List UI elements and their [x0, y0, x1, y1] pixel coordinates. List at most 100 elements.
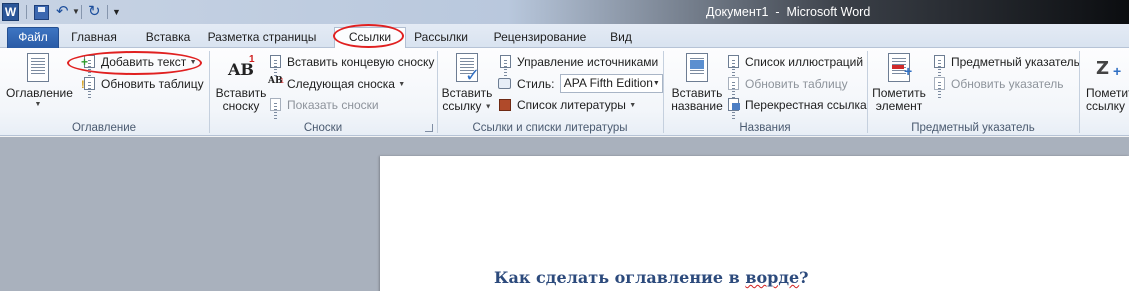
insert-citation-label-2: ссылку [442, 99, 482, 113]
qat-separator [107, 5, 108, 19]
insert-index-icon [932, 55, 948, 69]
insert-caption-button[interactable]: Вставить название [668, 50, 726, 113]
annotation-ellipse-references-tab [333, 24, 404, 48]
cross-reference-label: Перекрестная ссылка [745, 98, 867, 112]
chevron-down-icon: ▼ [484, 103, 492, 111]
insert-citation-button[interactable]: ✓ Вставить ссылку ▼ [440, 50, 494, 113]
insert-endnote-label: Вставить концевую сноску [287, 55, 435, 69]
mark-entry-icon: + [883, 52, 915, 84]
ribbon-tab-bar: Файл Главная Вставка Разметка страницы С… [0, 24, 1129, 49]
tab-file[interactable]: Файл [7, 27, 59, 48]
update-index-icon [932, 77, 948, 91]
update-table-label: Обновить таблицу [101, 77, 204, 91]
dialog-launcher-icon[interactable] [425, 124, 433, 132]
insert-citation-label-1: Вставить [441, 86, 493, 100]
redo-icon[interactable]: ↻ [88, 3, 104, 21]
update-table-figures-label: Обновить таблицу [745, 77, 848, 91]
mark-entry-label-1: Пометить [872, 86, 926, 100]
insert-caption-label-1: Вставить [671, 86, 723, 100]
chevron-down-icon: ▼ [398, 80, 406, 88]
document-heading[interactable]: Как сделать оглавление в ворде? [494, 268, 809, 287]
style-selector: Стиль: APA Fifth Edition ▼ [498, 74, 663, 93]
group-footnotes: AB 1 Вставить сноску Вставить концевую с… [210, 48, 436, 136]
style-icon [498, 77, 514, 91]
title-bar: W ↶ ▼ ↻ ▼ Документ1 - Microsoft Word [0, 0, 1129, 24]
tab-home[interactable]: Главная [63, 28, 125, 48]
next-footnote-button[interactable]: AB 1 Следующая сноска ▼ [268, 75, 405, 93]
cross-reference-button[interactable]: Перекрестная ссылка [726, 96, 867, 114]
group-label-footnotes: Сноски [303, 122, 343, 134]
insert-footnote-label-2: сноску [222, 99, 260, 113]
document-area[interactable]: Как сделать оглавление в ворде? [0, 137, 1129, 291]
insert-table-figures-button[interactable]: Список иллюстраций [726, 53, 863, 71]
qat-separator [81, 5, 82, 19]
insert-citation-icon: ✓ [451, 52, 483, 84]
toc-icon [22, 52, 54, 84]
insert-footnote-button[interactable]: AB 1 Вставить сноску [214, 50, 268, 113]
undo-icon[interactable]: ↶ [56, 3, 72, 21]
group-label-toc: Оглавление [71, 122, 137, 134]
cross-reference-icon [726, 98, 742, 112]
insert-index-label: Предметный указатель [951, 55, 1080, 69]
insert-endnote-button[interactable]: Вставить концевую сноску [268, 53, 434, 71]
update-table-button[interactable]: ! Обновить таблицу [81, 75, 204, 93]
bibliography-icon [498, 98, 514, 112]
group-label-index: Предметный указатель [911, 122, 1035, 134]
style-dropdown[interactable]: APA Fifth Edition ▼ [559, 74, 663, 93]
qat-separator [26, 5, 27, 19]
toc-button[interactable]: Оглавление ▼ [6, 50, 73, 109]
style-dropdown-value: APA Fifth Edition [563, 76, 653, 90]
bibliography-button[interactable]: Список литературы ▼ [498, 96, 636, 114]
chevron-down-icon: ▼ [629, 101, 637, 109]
group-label-citations: Ссылки и списки литературы [472, 122, 628, 134]
manage-sources-icon [498, 55, 514, 69]
manage-sources-button[interactable]: Управление источниками [498, 53, 658, 71]
undo-dropdown-icon[interactable]: ▼ [72, 3, 80, 21]
next-footnote-label: Следующая сноска [287, 77, 395, 91]
group-table-authorities: Z + Пометить ссылку [1080, 48, 1129, 136]
table-figures-icon [726, 55, 742, 69]
toc-button-label: Оглавление [6, 86, 73, 100]
endnote-icon [268, 55, 284, 69]
update-index-label: Обновить указатель [951, 77, 1064, 91]
tab-view[interactable]: Вид [606, 28, 636, 48]
mark-entry-button[interactable]: + Пометить элемент [870, 50, 928, 113]
misspelled-word[interactable]: ворде [745, 268, 799, 287]
mark-citation-icon: Z + [1096, 58, 1122, 79]
heading-punctuation: ? [799, 268, 809, 287]
tab-insert[interactable]: Вставка [137, 28, 199, 48]
show-notes-icon [268, 98, 284, 112]
update-table-figures-icon [726, 77, 742, 91]
group-citations: ✓ Вставить ссылку ▼ Управление источника… [438, 48, 663, 136]
word-logo-icon[interactable]: W [2, 3, 19, 21]
tab-mailings[interactable]: Рассылки [409, 28, 473, 48]
footnote-icon: AB 1 [228, 54, 255, 79]
chevron-down-icon: ▼ [652, 80, 660, 87]
chevron-down-icon: ▼ [34, 101, 42, 108]
group-captions: Вставить название Список иллюстраций Обн… [664, 48, 867, 136]
save-icon[interactable] [34, 5, 49, 20]
mark-citation-button[interactable]: Z + Пометить ссылку [1086, 50, 1129, 113]
show-notes-label: Показать сноски [287, 98, 379, 112]
group-index: + Пометить элемент Предметный указатель … [868, 48, 1080, 136]
insert-index-button[interactable]: Предметный указатель [932, 53, 1080, 71]
tab-page-layout[interactable]: Разметка страницы [202, 28, 322, 48]
insert-caption-icon [681, 52, 713, 84]
insert-table-figures-label: Список иллюстраций [745, 55, 864, 69]
bibliography-label: Список литературы [517, 98, 626, 112]
mark-citation-label-1: Пометить [1086, 86, 1129, 100]
insert-caption-label-2: название [671, 99, 723, 113]
update-table-figures-button[interactable]: Обновить таблицу [726, 75, 848, 93]
update-index-button[interactable]: Обновить указатель [932, 75, 1064, 93]
tab-review[interactable]: Рецензирование [486, 28, 594, 48]
show-notes-button[interactable]: Показать сноски [268, 96, 379, 114]
update-table-icon: ! [81, 77, 98, 91]
group-label-captions: Названия [739, 122, 791, 134]
next-footnote-icon: AB 1 [268, 76, 284, 86]
insert-footnote-label-1: Вставить [215, 86, 267, 100]
mark-entry-label-2: элемент [875, 99, 923, 113]
window-title: Документ1 - Microsoft Word [706, 5, 871, 19]
customize-qat-icon[interactable]: ▼ [112, 3, 122, 21]
heading-text: Как сделать оглавление в [494, 268, 746, 287]
document-page[interactable]: Как сделать оглавление в ворде? [380, 156, 1129, 291]
